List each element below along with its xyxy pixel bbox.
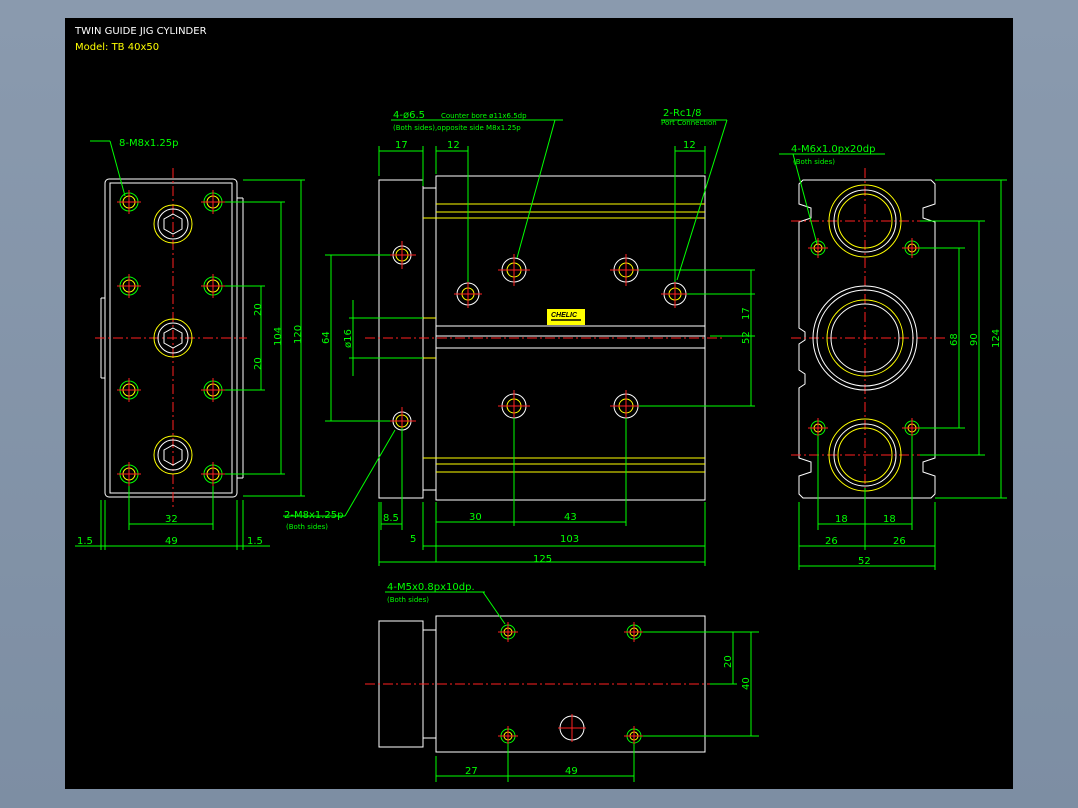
drawing-title: TWIN GUIDE JIG CYLINDER [74, 26, 207, 37]
dim-front-17b: 17 [741, 307, 752, 320]
callout-both-sides-bottom: (Both sides) [387, 596, 429, 604]
dim-bottom-27: 27 [465, 766, 478, 777]
dim-front-103: 103 [560, 534, 579, 545]
callout-8-m8: 8-M8x1.25p [119, 138, 179, 149]
dim-front-12a: 12 [447, 140, 460, 151]
callout-2-rc18: 2-Rc1/8 [663, 108, 702, 119]
callout-both-sides-right: (Both sides) [793, 158, 835, 166]
dim-bottom-20: 20 [723, 655, 734, 668]
callout-4-m5: 4-M5x0.8px10dp. [387, 582, 475, 593]
callout-both-sides-opposite: (Both sides),opposite side M8x1.25p [393, 124, 521, 132]
svg-text:CHELIC: CHELIC [551, 312, 578, 319]
dim-right-26b: 26 [893, 536, 906, 547]
cad-drawing: TWIN GUIDE JIG CYLINDER Model: TB 40x50 [74, 26, 1007, 782]
bottom-view: 4-M5x0.8px10dp. (Both sides) 20 40 27 49 [365, 582, 759, 782]
callout-counterbore: Counter bore ø11x6.5dp [441, 112, 527, 120]
left-view: 8-M8x1.25p 20 20 104 120 32 49 1.5 1.5 [75, 138, 305, 550]
dim-left-20a: 20 [253, 303, 264, 316]
dim-right-26a: 26 [825, 536, 838, 547]
dim-front-8-5: 8.5 [383, 513, 399, 524]
callout-port-connection: Port Connection [661, 119, 717, 127]
dim-left-20b: 20 [253, 357, 264, 370]
dim-right-18a: 18 [835, 514, 848, 525]
model-label: Model: TB 40x50 [75, 42, 159, 53]
dim-right-18b: 18 [883, 514, 896, 525]
dim-bottom-49: 49 [565, 766, 578, 777]
dim-right-124: 124 [991, 329, 1002, 348]
right-view: 4-M6x1.0px20dp (Both sides) 68 90 124 18… [779, 144, 1007, 570]
dim-right-52: 52 [858, 556, 871, 567]
dim-left-49: 49 [165, 536, 178, 547]
dim-front-17: 17 [395, 140, 408, 151]
callout-2-m8-side: 2-M8x1.25p [284, 510, 344, 521]
cad-viewport[interactable]: TWIN GUIDE JIG CYLINDER Model: TB 40x50 [65, 18, 1013, 789]
dim-front-5: 5 [410, 534, 416, 545]
dim-front-o16: ø16 [343, 329, 354, 348]
dim-left-1-5b: 1.5 [247, 536, 263, 547]
chelic-logo: CHELIC [547, 309, 585, 325]
dim-front-43: 43 [564, 512, 577, 523]
callout-4-o65: 4-ø6.5 [393, 110, 425, 121]
callout-4-m6: 4-M6x1.0px20dp [791, 144, 875, 155]
dim-left-32: 32 [165, 514, 178, 525]
dim-right-68: 68 [949, 333, 960, 346]
dim-front-12b: 12 [683, 140, 696, 151]
dim-left-120: 120 [293, 325, 304, 344]
dim-bottom-40: 40 [741, 677, 752, 690]
dim-front-52: 52 [741, 331, 752, 344]
dim-left-1-5a: 1.5 [77, 536, 93, 547]
dim-front-30: 30 [469, 512, 482, 523]
dim-front-125: 125 [533, 554, 552, 565]
dim-right-90: 90 [969, 333, 980, 346]
dim-front-64: 64 [321, 331, 332, 344]
front-view: CHELIC 4-ø6.5 Counter bore ø11x6.5dp (Bo… [283, 108, 755, 566]
dim-left-104: 104 [273, 327, 284, 346]
callout-both-sides-front: (Both sides) [286, 523, 328, 531]
